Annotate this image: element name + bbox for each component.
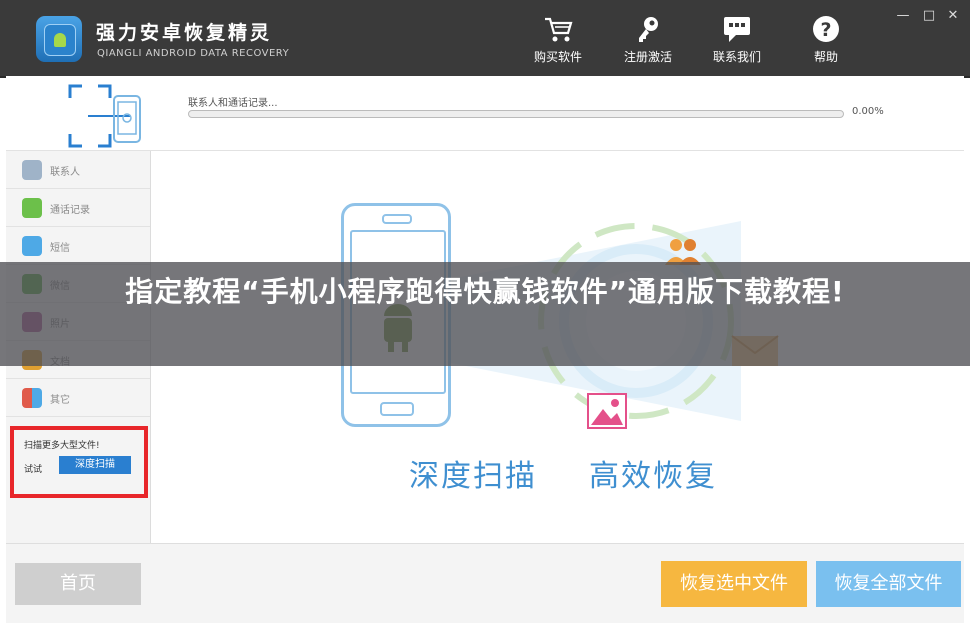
maximize-button[interactable]: □ [920, 8, 938, 23]
sidebar-item-contacts[interactable]: 联系人 [6, 151, 150, 189]
other-icon [22, 388, 42, 408]
app-window: 强力安卓恢复精灵 QIANGLI ANDROID DATA RECOVERY 购… [0, 0, 970, 628]
contact-label: 联系我们 [712, 50, 761, 64]
help-icon: ? [810, 14, 842, 44]
deep-scan-label: 深度扫描 [409, 459, 537, 494]
sidebar-item-label: 其它 [50, 395, 70, 406]
sms-icon [22, 236, 42, 256]
chat-icon [721, 14, 753, 44]
sidebar-item-other[interactable]: 其它 [6, 379, 150, 417]
scan-header: 联系人和通话记录... 0.00% [6, 76, 964, 151]
deep-scan-promo: 扫描更多大型文件! 试试 深度扫描 [10, 426, 148, 498]
close-button[interactable]: ✕ [944, 8, 962, 23]
buy-software-button[interactable]: 购买软件 [528, 14, 588, 70]
efficient-recovery-label: 高效恢复 [589, 459, 717, 494]
scan-progress-label: 联系人和通话记录... [188, 98, 278, 109]
minimize-button[interactable]: — [894, 8, 912, 23]
scan-phone-icon [68, 84, 148, 148]
register-label: 注册激活 [623, 50, 672, 64]
svg-text:?: ? [820, 19, 831, 41]
sidebar-item-label: 联系人 [50, 167, 80, 178]
promo-try-label: 试试 [24, 465, 43, 475]
bottom-bar: 首页 恢复选中文件 恢复全部文件 [6, 543, 964, 623]
help-button[interactable]: ? 帮助 [800, 14, 852, 70]
overlay-banner: 指定教程“手机小程序跑得快赢钱软件”通用版下载教程! [0, 262, 970, 366]
sidebar-item-label: 短信 [50, 243, 70, 254]
sidebar-item-sms[interactable]: 短信 [6, 227, 150, 265]
phone-icon [22, 198, 42, 218]
photo-float-icon [587, 393, 627, 433]
help-label: 帮助 [813, 50, 838, 64]
deep-scan-button[interactable]: 深度扫描 [59, 456, 131, 474]
contact-button[interactable]: 联系我们 [707, 14, 767, 70]
sidebar-item-call-log[interactable]: 通话记录 [6, 189, 150, 227]
cart-icon [542, 14, 574, 44]
app-logo-icon [36, 16, 82, 62]
scan-progress-percent: 0.00% [852, 106, 884, 117]
scan-progress-bar [188, 110, 844, 118]
recover-selected-button[interactable]: 恢复选中文件 [661, 561, 807, 607]
app-subtitle: QIANGLI ANDROID DATA RECOVERY [97, 48, 290, 59]
recover-all-button[interactable]: 恢复全部文件 [816, 561, 961, 607]
home-button[interactable]: 首页 [15, 563, 141, 605]
banner-text: 指定教程“手机小程序跑得快赢钱软件”通用版下载教程! [125, 275, 845, 308]
title-bar: 强力安卓恢复精灵 QIANGLI ANDROID DATA RECOVERY 购… [0, 0, 970, 78]
buy-software-label: 购买软件 [533, 50, 582, 64]
promo-title: 扫描更多大型文件! [24, 441, 100, 451]
sidebar-item-label: 通话记录 [50, 205, 90, 216]
app-title: 强力安卓恢复精灵 [96, 22, 273, 44]
contacts-icon [22, 160, 42, 180]
register-button[interactable]: 注册激活 [618, 14, 678, 70]
key-icon [632, 14, 664, 44]
